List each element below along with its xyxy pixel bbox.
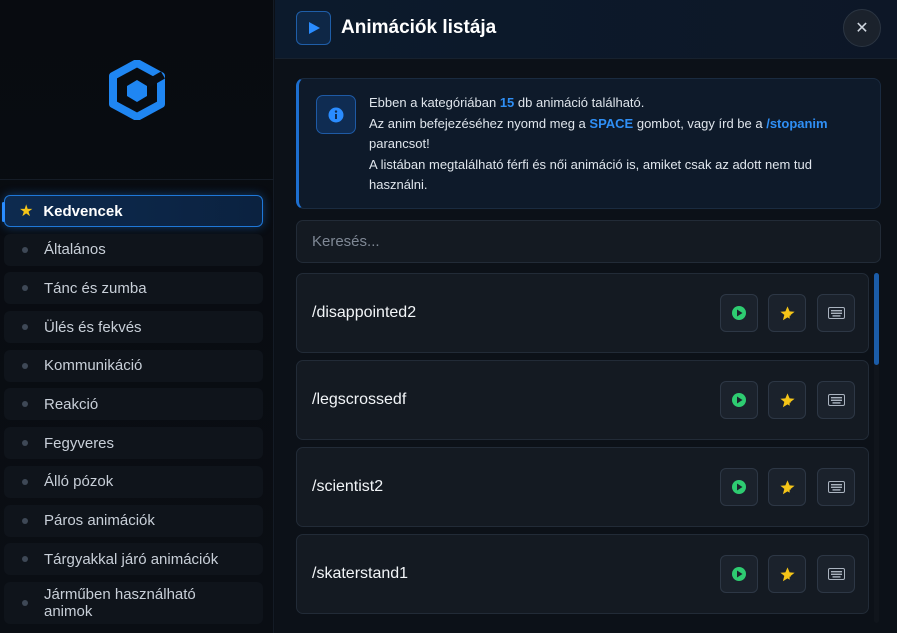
main-panel: Animációk listája ✕ Ebben a kategóriában… (275, 0, 897, 633)
category-item-kedvencek[interactable]: ★ Kedvencek (2, 195, 263, 227)
category-label: Ülés és fekvés (44, 318, 142, 336)
info-box: Ebben a kategóriában 15 db animáció talá… (296, 78, 881, 209)
category-label: Tárgyakkal járó animációk (44, 550, 219, 568)
category-label: Általános (44, 241, 106, 259)
category-label: Páros animációk (44, 512, 155, 529)
info-text-part: Az anim befejezéséhez nyomd meg a (369, 115, 590, 131)
play-icon (732, 480, 746, 494)
category-list: ★ Kedvencek Általános Tánc és zumba Ülés… (2, 195, 263, 631)
favorite-button[interactable] (768, 381, 806, 419)
category-item-jarmuben[interactable]: Járműben használható animok (4, 581, 263, 624)
play-icon (296, 11, 331, 45)
keybind-button[interactable] (817, 294, 855, 332)
info-text-part: Ebben a kategóriában (369, 95, 500, 110)
star-icon: ★ (19, 203, 34, 220)
close-icon: ✕ (855, 20, 869, 37)
list-item: /disappointed2 (296, 273, 869, 353)
bullet-icon (22, 362, 28, 369)
list-item: /scientist2 (296, 447, 869, 527)
category-item-altalanos[interactable]: Általános (4, 233, 263, 266)
category-label: Tánc és zumba (44, 279, 147, 297)
animation-name: /skaterstand1 (312, 565, 409, 582)
keyboard-icon (827, 307, 845, 319)
bullet-icon (22, 324, 28, 331)
info-icon (316, 95, 356, 134)
logo-area (0, 0, 274, 180)
bullet-icon (22, 440, 28, 447)
favorite-button[interactable] (768, 294, 806, 332)
play-button[interactable] (720, 294, 758, 332)
keyboard-icon (827, 481, 845, 493)
star-icon (779, 479, 795, 495)
star-icon (779, 566, 795, 582)
info-text: Ebben a kategóriában 15 db animáció talá… (369, 93, 839, 196)
info-text-part: db animáció található. (514, 95, 645, 110)
category-item-allo-pozok[interactable]: Álló pózok (4, 465, 263, 498)
page-title: Animációk listája (341, 17, 497, 38)
animation-name: /legscrossedf (312, 391, 407, 408)
category-label: Reakció (44, 395, 99, 413)
header: Animációk listája ✕ (275, 0, 897, 59)
info-text-part: gombot, vagy írd be a (633, 115, 767, 131)
keybind-button[interactable] (817, 555, 855, 593)
animation-name: /disappointed2 (312, 304, 417, 321)
category-label: Kommunikáció (44, 357, 143, 375)
bullet-icon (22, 401, 28, 408)
category-item-tanc[interactable]: Tánc és zumba (4, 272, 263, 305)
animation-name: /scientist2 (312, 478, 384, 495)
category-item-fegyveres[interactable]: Fegyveres (4, 427, 263, 460)
bullet-icon (22, 246, 28, 253)
category-item-targyakkal[interactable]: Tárgyakkal járó animációk (4, 543, 263, 576)
list-item: /skaterstand1 (296, 534, 869, 614)
bullet-icon (22, 517, 28, 524)
play-icon (732, 306, 746, 320)
favorite-button[interactable] (768, 555, 806, 593)
info-text-part: parancsot! (369, 136, 430, 151)
close-button[interactable]: ✕ (843, 9, 881, 47)
keyboard-icon (827, 394, 845, 406)
category-label: Álló pózok (44, 473, 114, 491)
info-key: SPACE (589, 115, 634, 131)
logo-icon (109, 59, 165, 120)
info-command: /stopanim (766, 115, 828, 131)
play-icon (732, 393, 746, 407)
category-item-reakcio[interactable]: Reakció (4, 388, 263, 421)
play-button[interactable] (720, 555, 758, 593)
info-count: 15 (499, 95, 515, 110)
keybind-button[interactable] (817, 468, 855, 506)
play-button[interactable] (720, 468, 758, 506)
keyboard-icon (827, 568, 845, 580)
category-item-kommunikacio[interactable]: Kommunikáció (4, 349, 263, 382)
play-button[interactable] (720, 381, 758, 419)
category-label: Fegyveres (44, 434, 115, 452)
category-label: Járműben használható animok (44, 585, 196, 620)
star-icon (779, 392, 795, 408)
list-item: /legscrossedf (296, 360, 869, 440)
sidebar: ★ Kedvencek Általános Tánc és zumba Ülés… (0, 0, 274, 633)
scrollbar-thumb[interactable] (874, 273, 879, 365)
bullet-icon (22, 285, 28, 292)
category-item-paros[interactable]: Páros animációk (4, 504, 263, 537)
favorite-button[interactable] (768, 468, 806, 506)
animation-list: /disappointed2 /legscrossedf /scientist2… (296, 273, 869, 623)
info-text-part: A listában megtalálható férfi és női ani… (369, 156, 812, 193)
keybind-button[interactable] (817, 381, 855, 419)
star-icon (779, 305, 795, 321)
bullet-icon (22, 478, 28, 485)
category-item-ules[interactable]: Ülés és fekvés (4, 311, 263, 344)
bullet-icon (22, 556, 28, 563)
category-label: Kedvencek (43, 202, 123, 220)
scrollbar[interactable] (874, 273, 879, 623)
play-icon (732, 567, 746, 581)
search-input[interactable] (296, 220, 881, 263)
bullet-icon (22, 599, 28, 606)
